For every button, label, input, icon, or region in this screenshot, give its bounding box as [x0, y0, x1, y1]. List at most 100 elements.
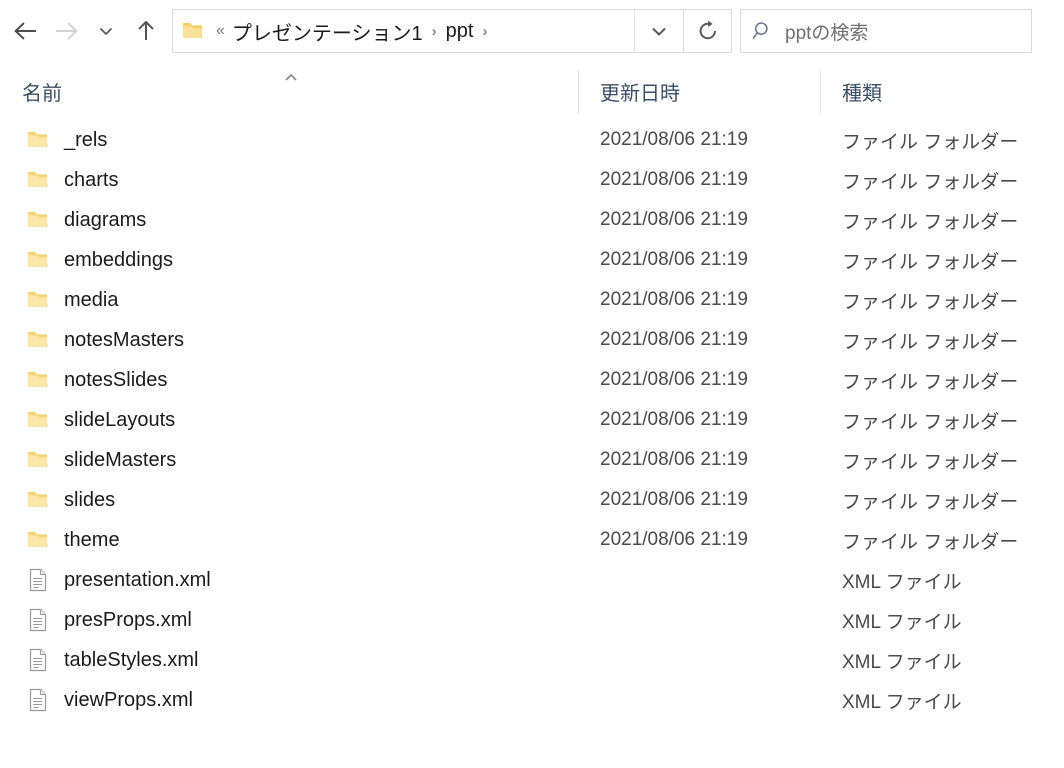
column-headers: 名前 更新日時 種類 — [0, 62, 1064, 120]
breadcrumb-item-1[interactable]: ppt — [444, 20, 476, 43]
file-name-label: presProps.xml — [64, 609, 192, 632]
table-row[interactable]: charts2021/08/06 21:19ファイル フォルダー — [0, 160, 1064, 200]
file-type-cell: ファイル フォルダー — [820, 327, 1064, 354]
file-name-cell[interactable]: notesSlides — [0, 368, 578, 392]
address-history-dropdown-button[interactable] — [635, 10, 683, 52]
back-button[interactable] — [6, 11, 46, 51]
file-type-cell: XML ファイル — [820, 687, 1064, 714]
table-row[interactable]: diagrams 2021/08/06 21:19ファイル フォルダー — [0, 200, 1064, 240]
breadcrumb-separator-1[interactable]: › — [475, 23, 494, 40]
file-name-label: notesSlides — [64, 369, 167, 392]
file-name-label: tableStyles.xml — [64, 649, 199, 672]
xml-file-icon — [26, 568, 50, 592]
file-type-cell: ファイル フォルダー — [820, 127, 1064, 154]
folder-icon — [26, 208, 50, 232]
address-bar[interactable]: « プレゼンテーション1 › ppt › — [172, 9, 684, 53]
table-row[interactable]: slideLayouts2021/08/06 21:19ファイル フォルダー — [0, 400, 1064, 440]
table-row[interactable]: notesMasters2021/08/06 21:19ファイル フォルダー — [0, 320, 1064, 360]
table-row[interactable]: slides 2021/08/06 21:19ファイル フォルダー — [0, 480, 1064, 520]
file-name-cell[interactable]: tableStyles.xml — [0, 648, 578, 672]
column-header-name[interactable]: 名前 — [0, 62, 578, 120]
file-date-cell: 2021/08/06 21:19 — [578, 209, 820, 231]
file-date-cell: 2021/08/06 21:19 — [578, 489, 820, 511]
xml-file-icon — [26, 688, 50, 712]
file-name-label: slideLayouts — [64, 409, 175, 432]
recent-locations-button[interactable] — [86, 11, 126, 51]
file-list[interactable]: _rels2021/08/06 21:19ファイル フォルダーcharts202… — [0, 120, 1064, 720]
folder-icon — [26, 448, 50, 472]
file-name-label: diagrams — [64, 209, 146, 232]
column-header-type-label: 種類 — [842, 77, 882, 106]
address-folder-icon — [182, 21, 204, 41]
file-name-cell[interactable]: charts — [0, 168, 578, 192]
file-date-cell: 2021/08/06 21:19 — [578, 409, 820, 431]
file-type-cell: XML ファイル — [820, 567, 1064, 594]
file-name-cell[interactable]: viewProps.xml — [0, 688, 578, 712]
xml-file-icon — [26, 608, 50, 632]
folder-icon — [26, 168, 50, 192]
xml-file-icon — [26, 648, 50, 672]
file-name-cell[interactable]: media — [0, 288, 578, 312]
search-input[interactable]: pptの検索 — [785, 18, 868, 45]
breadcrumb[interactable]: « プレゼンテーション1 › ppt › — [208, 17, 634, 46]
folder-icon — [26, 528, 50, 552]
folder-icon — [26, 128, 50, 152]
file-type-cell: ファイル フォルダー — [820, 167, 1064, 194]
folder-icon — [26, 368, 50, 392]
file-type-cell: ファイル フォルダー — [820, 207, 1064, 234]
file-name-cell[interactable]: notesMasters — [0, 328, 578, 352]
table-row[interactable]: _rels2021/08/06 21:19ファイル フォルダー — [0, 120, 1064, 160]
column-header-date-label: 更新日時 — [600, 77, 680, 106]
table-row[interactable]: viewProps.xml XML ファイル — [0, 680, 1064, 720]
file-name-cell[interactable]: theme — [0, 528, 578, 552]
file-name-label: media — [64, 289, 118, 312]
table-row[interactable]: slideMasters2021/08/06 21:19ファイル フォルダー — [0, 440, 1064, 480]
file-name-label: presentation.xml — [64, 569, 211, 592]
folder-icon — [26, 328, 50, 352]
file-name-cell[interactable]: diagrams — [0, 208, 578, 232]
file-name-cell[interactable]: presentation.xml — [0, 568, 578, 592]
file-name-cell[interactable]: _rels — [0, 128, 578, 152]
forward-button[interactable] — [46, 11, 86, 51]
column-header-type[interactable]: 種類 — [820, 62, 1064, 120]
table-row[interactable]: notesSlides2021/08/06 21:19ファイル フォルダー — [0, 360, 1064, 400]
file-name-cell[interactable]: embeddings — [0, 248, 578, 272]
file-name-cell[interactable]: presProps.xml — [0, 608, 578, 632]
folder-icon — [26, 288, 50, 312]
table-row[interactable]: theme 2021/08/06 21:19ファイル フォルダー — [0, 520, 1064, 560]
file-name-label: theme — [64, 529, 120, 552]
breadcrumb-separator-0[interactable]: › — [425, 23, 444, 40]
file-date-cell: 2021/08/06 21:19 — [578, 289, 820, 311]
table-row[interactable]: tableStyles.xmlXML ファイル — [0, 640, 1064, 680]
table-row[interactable]: presProps.xmlXML ファイル — [0, 600, 1064, 640]
file-name-cell[interactable]: slides — [0, 488, 578, 512]
table-row[interactable]: presentation.xml XML ファイル — [0, 560, 1064, 600]
search-icon — [741, 20, 785, 42]
folder-icon — [26, 408, 50, 432]
file-date-cell: 2021/08/06 21:19 — [578, 249, 820, 271]
file-name-cell[interactable]: slideLayouts — [0, 408, 578, 432]
file-type-cell: ファイル フォルダー — [820, 487, 1064, 514]
column-header-date[interactable]: 更新日時 — [578, 62, 820, 120]
folder-icon — [26, 248, 50, 272]
file-date-cell: 2021/08/06 21:19 — [578, 529, 820, 551]
refresh-button[interactable] — [684, 9, 732, 53]
file-name-label: charts — [64, 169, 118, 192]
file-name-label: slideMasters — [64, 449, 176, 472]
refresh-icon — [696, 19, 720, 43]
up-button[interactable] — [126, 11, 166, 51]
file-type-cell: ファイル フォルダー — [820, 527, 1064, 554]
file-name-label: embeddings — [64, 249, 173, 272]
table-row[interactable]: embeddings2021/08/06 21:19ファイル フォルダー — [0, 240, 1064, 280]
breadcrumb-overflow-icon[interactable]: « — [210, 22, 230, 40]
column-header-name-label: 名前 — [22, 77, 62, 106]
file-type-cell: ファイル フォルダー — [820, 447, 1064, 474]
search-box[interactable]: pptの検索 — [740, 9, 1032, 53]
table-row[interactable]: media 2021/08/06 21:19ファイル フォルダー — [0, 280, 1064, 320]
file-name-label: viewProps.xml — [64, 689, 193, 712]
breadcrumb-item-0[interactable]: プレゼンテーション1 — [230, 17, 425, 46]
file-name-label: _rels — [64, 129, 107, 152]
file-name-cell[interactable]: slideMasters — [0, 448, 578, 472]
file-type-cell: ファイル フォルダー — [820, 287, 1064, 314]
file-name-label: slides — [64, 489, 115, 512]
